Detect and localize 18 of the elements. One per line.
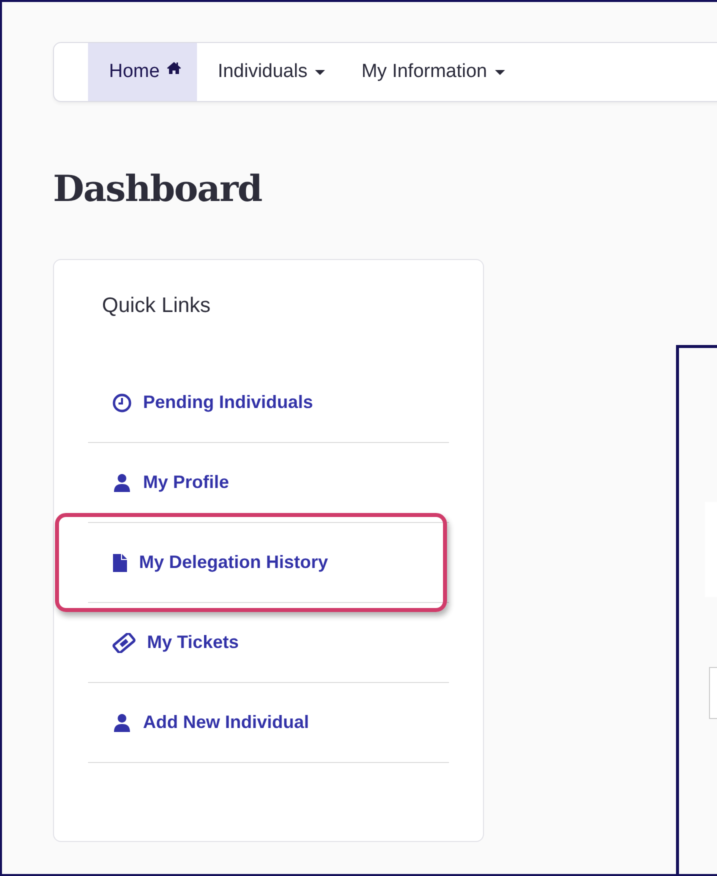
quick-link[interactable]: My Delegation History: [88, 552, 328, 573]
nav-tab[interactable]: Home: [88, 43, 197, 101]
page-title: Dashboard: [53, 168, 263, 210]
user-icon: [112, 472, 132, 492]
quick-link[interactable]: My Tickets: [88, 632, 239, 653]
user-icon: [112, 712, 132, 732]
quick-link[interactable]: Pending Individuals: [88, 392, 314, 413]
quick-link[interactable]: Add New Individual: [88, 712, 310, 733]
quick-link[interactable]: My Profile: [88, 472, 230, 493]
caret-icon: [495, 70, 506, 74]
clock-icon: [112, 392, 132, 412]
caret-icon: [315, 70, 326, 74]
nav-tab[interactable]: My Information: [340, 43, 520, 101]
file-icon: [112, 552, 128, 572]
ticket-icon: [112, 632, 136, 652]
home-icon: [166, 61, 182, 75]
nav-tab[interactable]: Individuals: [196, 43, 340, 101]
card-title: Quick Links: [101, 294, 212, 318]
